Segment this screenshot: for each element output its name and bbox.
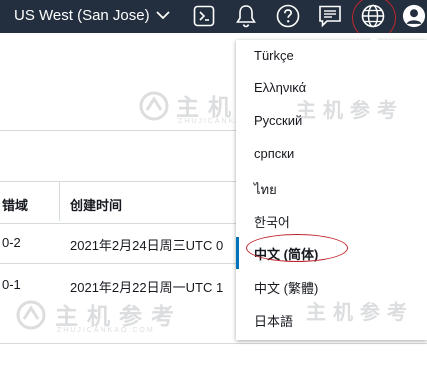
watermark: 主机参考 ZHUJICANKAO.COM	[15, 295, 215, 345]
selected-indicator	[236, 237, 239, 269]
column-header-created[interactable]: 创建时间	[70, 195, 122, 214]
chevron-down-icon	[155, 11, 170, 20]
language-option-turkish[interactable]: Türkçe	[254, 48, 294, 63]
table-header-border	[0, 223, 240, 224]
top-nav-bar: US West (San Jose)	[0, 0, 427, 40]
table-cell: 2021年2月22日周一UTC 1	[70, 280, 224, 295]
watermark-logo	[16, 300, 46, 330]
language-option-chinese-traditional[interactable]: 中文 (繁體)	[254, 278, 318, 297]
divider	[0, 343, 427, 344]
help-icon[interactable]	[276, 4, 300, 28]
chat-icon[interactable]	[318, 4, 342, 28]
dropdown-caret	[366, 36, 382, 44]
watermark-logo	[139, 91, 169, 121]
user-icon[interactable]	[402, 4, 426, 28]
language-option-greek[interactable]: Ελληνικά	[254, 80, 306, 95]
watermark-title: 主机参考	[296, 100, 404, 122]
table-cell: 0-2	[2, 235, 21, 250]
table-top-border	[0, 181, 240, 182]
language-option-serbian[interactable]: српски	[254, 146, 294, 161]
language-option-korean[interactable]: 한국어	[254, 212, 290, 231]
watermark: 主机参考	[296, 94, 427, 134]
column-separator	[59, 181, 60, 221]
language-option-japanese[interactable]: 日本語	[254, 311, 293, 330]
selection-annotation-circle	[246, 234, 348, 262]
watermark-subtitle: ZHUJICANKAO.COM	[57, 327, 155, 334]
table-cell: 2021年2月24日周三UTC 0	[70, 238, 224, 253]
column-header-region[interactable]: 错域	[2, 195, 28, 214]
terminal-icon[interactable]	[192, 4, 216, 28]
watermark: 主机参考	[306, 296, 427, 336]
row-divider	[0, 263, 240, 264]
watermark-title: 主机参考	[55, 303, 183, 329]
region-label: US West (San Jose)	[14, 7, 150, 24]
region-selector[interactable]: US West (San Jose)	[14, 7, 170, 24]
bell-icon[interactable]	[234, 4, 258, 28]
language-option-russian[interactable]: Русский	[254, 113, 302, 128]
watermark-title: 主机参考	[306, 302, 414, 324]
table-cell: 0-1	[2, 277, 21, 292]
language-menu: Türkçe Ελληνικά Русский српски ไทย 한국어 中…	[236, 40, 427, 340]
language-option-thai[interactable]: ไทย	[254, 179, 277, 200]
